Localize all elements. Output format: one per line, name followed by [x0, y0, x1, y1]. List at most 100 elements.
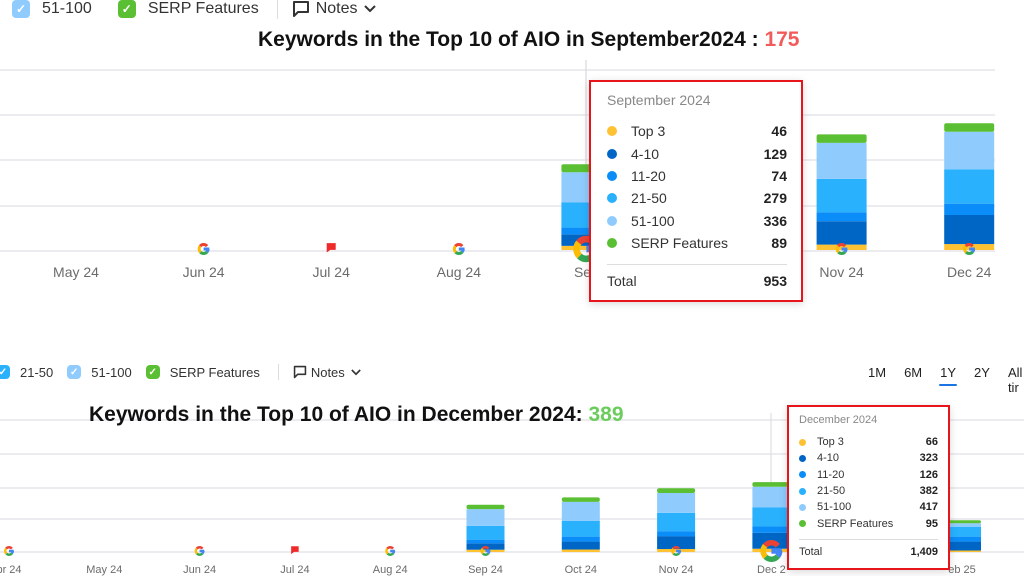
bar-segment-21-50	[657, 512, 696, 532]
bar-segment-11-20	[944, 203, 995, 215]
bar-segment-11-20	[561, 536, 600, 542]
tooltip-title: September 2024	[607, 92, 711, 108]
tooltip-row-value: 89	[771, 235, 787, 252]
tooltip-row-left: 21-50	[607, 190, 667, 206]
google-icon-arc	[671, 547, 675, 555]
bar-segment-21-50	[466, 525, 505, 540]
tooltip-row-label: Top 3	[817, 436, 844, 449]
tooltip-row-label: 51-100	[631, 212, 675, 229]
tooltip-row-label: Top 3	[631, 123, 666, 140]
tooltip-row-value: 323	[919, 452, 938, 465]
tooltip-row-left: 11-20	[607, 168, 666, 184]
tooltip-december-2024: December 2024 Top 3 66 4-10 323 11-20 126 21-5…	[787, 405, 950, 570]
bar-segment-51-100	[466, 509, 505, 526]
tooltip-row-51-100: 51-100 417	[799, 499, 938, 515]
google-icon-bar	[9, 549, 14, 553]
tooltip-row-11-20: 11-20 74	[607, 165, 787, 187]
google-icon-arc	[481, 552, 490, 556]
bar-segment-11-20	[752, 526, 791, 533]
headline-value: 389	[588, 403, 624, 426]
x-axis-tick-label: eb 25	[948, 564, 976, 576]
google-icon-arc	[837, 250, 847, 255]
tooltip-row-value: 279	[763, 190, 787, 207]
tooltip-row-left: 51-100	[607, 213, 675, 229]
tooltip-row-label: 51-100	[817, 501, 852, 514]
google-icon-arc	[964, 250, 974, 255]
bar-segment-11-20	[657, 531, 696, 537]
bar-segment-21-50	[816, 178, 867, 213]
tooltip-row-left: 4-10	[799, 452, 839, 464]
bar-segment-serp	[657, 488, 696, 493]
google-update-icon	[197, 243, 210, 255]
note-flag-icon	[291, 546, 299, 555]
tooltip-row-top3: Top 3 46	[607, 120, 787, 142]
bar-segment-serp	[944, 123, 995, 132]
legend-dot-icon	[607, 126, 617, 137]
legend-dot-icon	[799, 438, 806, 446]
tooltip-row-left: SERP Features	[607, 235, 728, 251]
tooltip-row-21-50: 21-50 279	[607, 187, 787, 209]
tooltip-row-value: 129	[763, 145, 787, 162]
bar-segment-21-50	[561, 520, 600, 537]
top-stacked-bar-chart: May 24 Jun 24 Jul 24 Aug 24 Sep Nov 24 Dec 24	[0, 60, 995, 280]
headline-text: Keywords in the Top 10 of AIO in Decembe…	[89, 403, 589, 426]
google-icon-arc	[763, 554, 780, 562]
tooltip-row-11-20: 11-20 126	[799, 467, 938, 483]
bar-segment-21-50	[944, 169, 995, 204]
tooltip-row-value: 95	[925, 517, 938, 530]
google-icon-arc	[454, 243, 464, 248]
google-icon-arc	[672, 546, 680, 550]
google-icon-arc	[452, 245, 457, 254]
bar-segment-serp	[816, 134, 867, 143]
tooltip-row-serp: SERP Features 95	[799, 515, 938, 531]
bar-segment-11-20	[816, 212, 867, 222]
legend-dot-icon	[799, 503, 806, 511]
google-icon-arc	[760, 543, 768, 559]
tooltip-total-row: Total 1,409	[799, 546, 938, 558]
tooltip-row-left: 21-50	[799, 485, 845, 497]
x-axis-tick-label: pr 24	[0, 564, 22, 576]
tooltip-separator	[799, 538, 938, 540]
google-icon-arc	[386, 546, 395, 550]
tooltip-total-value: 1,409	[910, 545, 938, 558]
google-update-icon	[385, 546, 396, 556]
legend-dot-icon	[799, 487, 806, 495]
google-update-icon	[4, 546, 14, 556]
tooltip-row-4-10: 4-10 129	[607, 142, 787, 164]
google-icon-bar	[841, 247, 848, 251]
legend-dot-icon	[607, 193, 617, 204]
bar-segment-51-100	[561, 501, 600, 521]
tooltip-row-left: Top 3	[799, 436, 844, 448]
tooltip-row-serp: SERP Features 89	[607, 232, 787, 254]
x-axis-tick-label: Jun 24	[183, 564, 216, 576]
bar-segment-top3	[561, 549, 600, 552]
tooltip-row-label: 4-10	[817, 452, 840, 465]
google-icon-bar	[969, 247, 975, 251]
google-icon-arc	[573, 240, 582, 259]
google-icon-arc	[386, 552, 395, 556]
google-icon-arc	[198, 243, 209, 248]
x-axis-tick-label: Dec 2	[757, 564, 786, 576]
google-icon-bar	[203, 247, 210, 251]
tooltip-row-value: 336	[763, 212, 787, 229]
google-icon-bar	[390, 549, 395, 553]
google-update-icon	[452, 243, 465, 255]
tooltip-row-value: 74	[771, 167, 787, 184]
x-axis-tick-label: Aug 24	[373, 564, 408, 576]
bar-segment-serp	[466, 504, 505, 510]
legend-dot-icon	[607, 170, 617, 181]
google-icon-arc	[5, 552, 13, 556]
x-axis-tick-label: Nov 24	[659, 564, 694, 576]
tooltip-title: December 2024	[799, 414, 878, 426]
tooltip-row-4-10: 4-10 323	[799, 450, 938, 466]
tooltip-row-value: 66	[925, 436, 938, 449]
google-icon-arc	[672, 552, 680, 556]
tooltip-row-label: SERP Features	[817, 517, 894, 530]
bar-segment-serp	[752, 482, 791, 487]
x-axis-tick-label: May 24	[86, 564, 122, 576]
x-axis-tick-label: Jun 24	[183, 264, 225, 280]
google-icon-arc	[963, 245, 968, 254]
tooltip-row-label: 21-50	[817, 485, 846, 498]
google-icon-bar	[485, 549, 491, 553]
tooltip-row-label: SERP Features	[631, 235, 729, 252]
